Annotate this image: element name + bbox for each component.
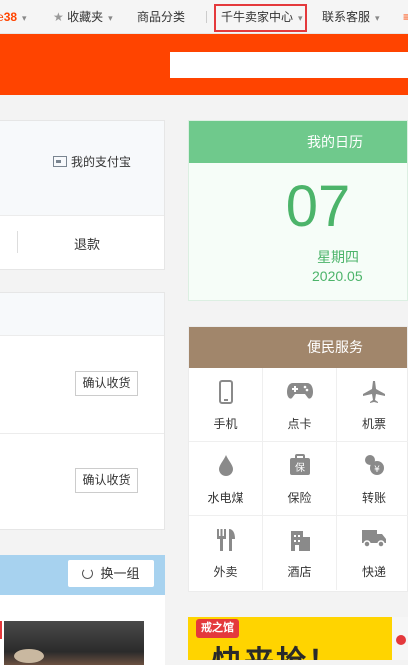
seller-center-menu[interactable]: 千牛卖家中心 ▾ (221, 0, 303, 34)
orders-header (0, 293, 164, 336)
calendar-month: 2020.05 (312, 268, 363, 284)
refresh-icon (82, 568, 94, 579)
service-label: 外卖 (213, 565, 238, 579)
airplane-icon (337, 380, 408, 404)
svg-text:保: 保 (295, 461, 305, 474)
service-transfer[interactable]: ¥ 转账 (337, 442, 408, 516)
service-label: 点卡 (287, 417, 312, 431)
chevron-down-icon: ▾ (375, 13, 380, 23)
orders-panel: 确认收货 确认收货 (0, 292, 165, 530)
hotel-icon (263, 528, 336, 552)
promo-side-ad (392, 617, 408, 660)
service-label: 酒店 (287, 565, 312, 579)
cart-link[interactable]: e38 ▾ (0, 0, 27, 34)
water-drop-icon (189, 454, 262, 478)
confirm-receipt-button[interactable]: 确认收货 (75, 468, 138, 493)
service-gamecard[interactable]: 点卡 (263, 368, 337, 442)
contact-service-menu[interactable]: 联系客服 ▾ (322, 0, 380, 34)
recommend-panel: 换一组 (0, 555, 165, 665)
account-panel: 我的支付宝 退款 (0, 120, 165, 270)
recommend-header: 换一组 (0, 555, 165, 595)
service-label: 手机 (213, 417, 238, 431)
chevron-down-icon: ▾ (108, 13, 113, 23)
calendar-title: 我的日历 (189, 121, 407, 163)
site-nav-menu-icon[interactable]: ≡ (403, 0, 408, 34)
service-takeout[interactable]: 外卖 (189, 516, 263, 590)
service-label: 快递 (361, 565, 386, 579)
swap-group-button[interactable]: 换一组 (68, 560, 154, 587)
service-label: 水电煤 (207, 491, 244, 505)
seller-center-label: 千牛卖家中心 (221, 10, 294, 24)
star-icon: ★ (53, 10, 64, 24)
services-title: 便民服务 (189, 327, 407, 368)
svg-text:¥: ¥ (374, 465, 380, 475)
contact-label: 联系客服 (322, 10, 371, 24)
product-image[interactable] (4, 621, 144, 665)
refund-link[interactable]: 退款 (74, 234, 100, 253)
top-nav-bar: e38 ▾ ★ 收藏夹 ▾ 商品分类 千牛卖家中心 ▾ 联系客服 ▾ ≡ (0, 0, 408, 34)
row-divider (0, 433, 164, 434)
swap-group-label: 换一组 (100, 566, 140, 581)
service-insurance[interactable]: 保 保险 (263, 442, 337, 516)
promo-tag: 戒之馆 (196, 619, 239, 638)
calendar-weekday: 星期四 (317, 249, 359, 265)
chevron-down-icon: ▾ (22, 13, 27, 23)
service-flight[interactable]: 机票 (337, 368, 408, 442)
product-tag (0, 621, 2, 639)
takeout-icon (189, 528, 262, 552)
promo-banner[interactable]: 戒之馆 快来抢！ (188, 617, 408, 660)
categories-link[interactable]: 商品分类 (137, 0, 185, 34)
cart-count: 38 (3, 10, 18, 24)
service-express[interactable]: 快递 (337, 516, 408, 590)
phone-icon (189, 380, 262, 404)
nav-divider (206, 11, 207, 23)
convenience-services: 便民服务 手机 点卡 机票 水电煤 保 保险 ¥ 转账 外卖 酒店 快递 (188, 326, 408, 592)
chevron-down-icon: ▾ (298, 13, 303, 23)
id-card-icon (53, 156, 67, 167)
service-label: 转账 (361, 491, 386, 505)
service-phone[interactable]: 手机 (189, 368, 263, 442)
favorites-menu[interactable]: ★ 收藏夹 ▾ (53, 0, 113, 34)
gamepad-icon (263, 380, 336, 404)
confirm-receipt-button[interactable]: 确认收货 (75, 371, 138, 396)
my-alipay-link[interactable]: 我的支付宝 (53, 153, 131, 170)
search-input[interactable] (170, 52, 408, 78)
favorites-label: 收藏夹 (67, 10, 104, 24)
delivery-truck-icon (337, 528, 408, 552)
calendar-day: 07 (285, 174, 351, 239)
header-banner (0, 34, 408, 95)
transfer-icon: ¥ (337, 454, 408, 478)
divider (17, 231, 18, 253)
service-hotel[interactable]: 酒店 (263, 516, 337, 590)
insurance-icon: 保 (263, 454, 336, 478)
calendar-card: 我的日历 07 星期四 2020.05 (188, 120, 408, 301)
service-label: 机票 (361, 417, 386, 431)
account-summary: 我的支付宝 (0, 121, 164, 216)
service-utilities[interactable]: 水电煤 (189, 442, 263, 516)
my-alipay-label: 我的支付宝 (71, 155, 132, 169)
service-label: 保险 (287, 491, 312, 505)
promo-headline: 快来抢！ (212, 637, 340, 660)
